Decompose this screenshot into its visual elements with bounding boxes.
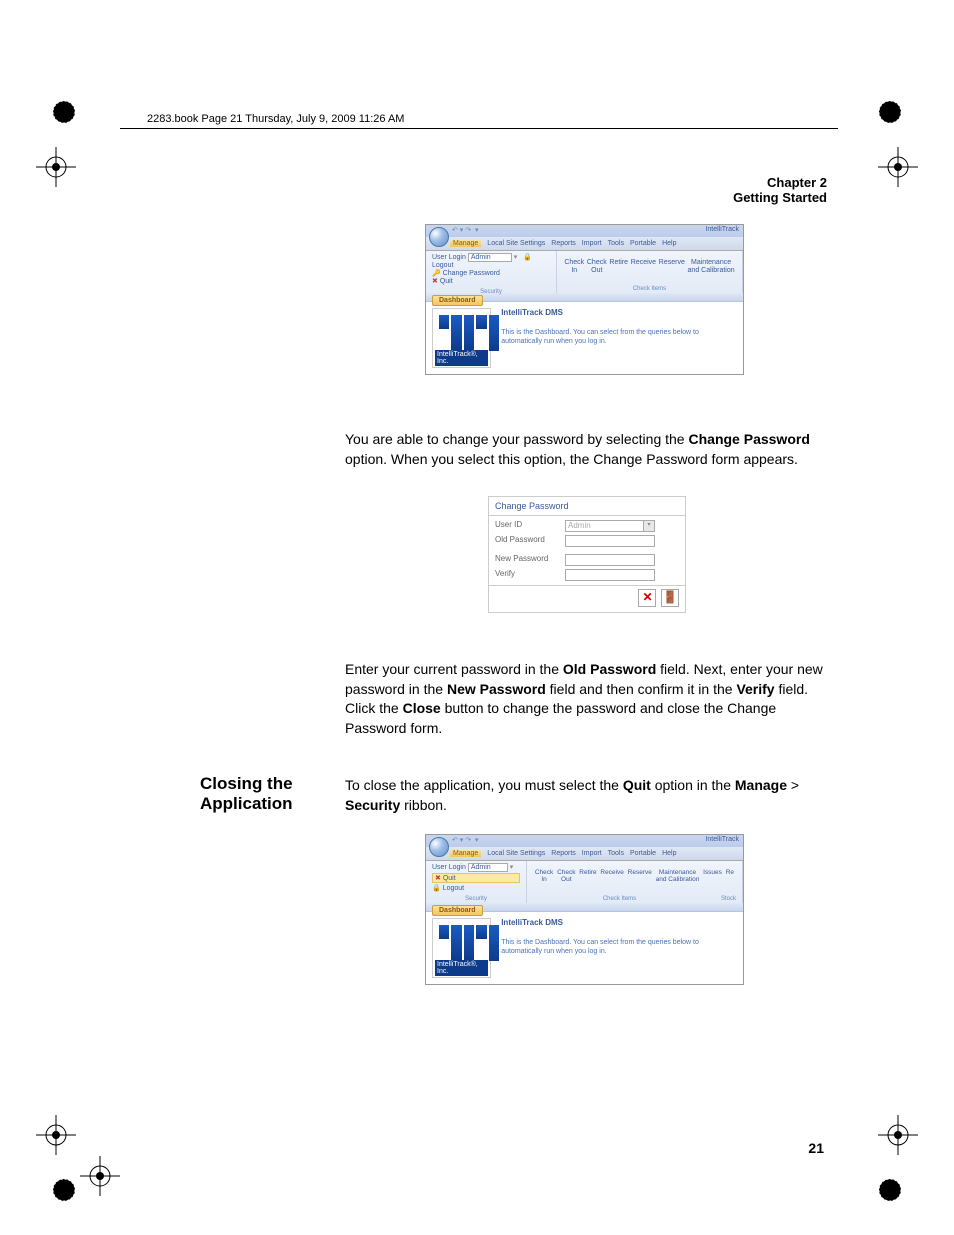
paragraph-password-instructions: Enter your current password in the Old P… [345, 660, 825, 738]
tab-tools[interactable]: Tools [608, 850, 624, 857]
quick-access-toolbar[interactable]: ↶ ▾ ↷ ▾ [452, 836, 479, 844]
crop-mark-reg-tl [36, 147, 76, 187]
group-label-check-items: Check Items [533, 896, 706, 902]
tab-manage[interactable]: Manage [450, 850, 481, 857]
ribbon-tabs: Manage Local Site Settings Reports Impor… [426, 847, 743, 861]
dashboard-tab[interactable]: Dashboard [432, 295, 483, 306]
tab-manage[interactable]: Manage [450, 240, 481, 247]
intellitrack-logo: IntelliTrack®, Inc. [432, 308, 491, 368]
user-login-field[interactable]: Admin [468, 253, 512, 262]
user-login-label: User Login [432, 254, 466, 261]
group-label-stock: Stock [706, 896, 736, 902]
chapter-title: Getting Started [733, 190, 827, 205]
new-password-input[interactable] [565, 554, 655, 566]
check-out-button[interactable]: CheckOut [587, 259, 607, 274]
screenshot-change-password-form: Change Password User ID Admin▾ Old Passw… [488, 496, 686, 613]
tab-portable[interactable]: Portable [630, 240, 656, 247]
office-orb-icon[interactable] [429, 837, 449, 857]
dashboard-description: This is the Dashboard. You can select fr… [501, 328, 737, 346]
logo-label: IntelliTrack®, Inc. [435, 350, 488, 366]
crop-mark-bl [34, 1170, 94, 1230]
crop-mark-reg-tr [878, 147, 918, 187]
screenshot-ribbon-2: ↶ ▾ ↷ ▾ IntelliTrack Manage Local Site S… [425, 834, 744, 985]
crop-mark-reg-bl [36, 1115, 76, 1155]
tab-import[interactable]: Import [582, 240, 602, 247]
user-id-input[interactable]: Admin▾ [565, 520, 655, 532]
logout-button[interactable]: Logout [443, 885, 464, 892]
new-password-label: New Password [495, 554, 565, 566]
change-password-button[interactable]: Change Password [443, 270, 500, 277]
page-number: 21 [808, 1140, 824, 1156]
crop-mark-reg-br [878, 1115, 918, 1155]
check-in-button[interactable]: CheckIn [535, 869, 553, 883]
tab-import[interactable]: Import [582, 850, 602, 857]
retire-button[interactable]: Retire [609, 259, 628, 274]
crop-mark-tl [34, 92, 94, 152]
logo-label: IntelliTrack®, Inc. [435, 960, 488, 976]
app-title: IntelliTrack [705, 226, 739, 233]
ribbon-tabs: Manage Local Site Settings Reports Impor… [426, 237, 743, 251]
old-password-input[interactable] [565, 535, 655, 547]
dashboard-title: IntelliTrack DMS [501, 918, 737, 928]
paragraph-change-password: You are able to change your password by … [345, 430, 825, 469]
retire-button[interactable]: Retire [579, 869, 596, 883]
user-id-label: User ID [495, 520, 565, 532]
tab-portable[interactable]: Portable [630, 850, 656, 857]
group-label-security: Security [432, 896, 520, 902]
reserve-button[interactable]: Reserve [628, 869, 652, 883]
group-label-check-items: Check Items [563, 286, 736, 292]
check-in-button[interactable]: CheckIn [564, 259, 584, 274]
change-password-title: Change Password [489, 497, 685, 515]
screenshot-ribbon-1: ↶ ▾ ↷ ▾ IntelliTrack Manage Local Site S… [425, 224, 744, 375]
maintenance-button[interactable]: Maintenanceand Calibration [688, 259, 735, 274]
book-header: 2283.book Page 21 Thursday, July 9, 2009… [147, 113, 404, 125]
tab-help[interactable]: Help [662, 850, 676, 857]
user-login-field[interactable]: Admin [468, 863, 508, 872]
logout-button[interactable]: Logout [432, 262, 453, 269]
dropdown-icon[interactable]: ▾ [643, 521, 654, 531]
app-title: IntelliTrack [705, 836, 739, 843]
quit-button-highlighted[interactable]: Quit [443, 875, 456, 882]
dashboard-title: IntelliTrack DMS [501, 308, 737, 318]
reserve-button[interactable]: Reserve [659, 259, 685, 274]
check-out-button[interactable]: CheckOut [557, 869, 575, 883]
dashboard-description: This is the Dashboard. You can select fr… [501, 938, 737, 956]
chapter-header: Chapter 2 Getting Started [733, 175, 827, 205]
tab-tools[interactable]: Tools [608, 240, 624, 247]
tab-local-site[interactable]: Local Site Settings [487, 240, 545, 247]
crop-mark-tr [860, 92, 920, 152]
verify-input[interactable] [565, 569, 655, 581]
crop-mark-br [860, 1170, 920, 1230]
section-title-closing: Closing the Application [200, 774, 330, 814]
paragraph-closing-app: To close the application, you must selec… [345, 776, 825, 815]
tab-help[interactable]: Help [662, 240, 676, 247]
intellitrack-logo: IntelliTrack®, Inc. [432, 918, 491, 978]
verify-label: Verify [495, 569, 565, 581]
tab-reports[interactable]: Reports [551, 850, 576, 857]
quick-access-toolbar[interactable]: ↶ ▾ ↷ ▾ [452, 226, 479, 234]
old-password-label: Old Password [495, 535, 565, 547]
user-login-label: User Login [432, 864, 466, 871]
close-exit-button[interactable]: 🚪 [661, 589, 679, 607]
receive-button[interactable]: Receive [631, 259, 656, 274]
tab-local-site[interactable]: Local Site Settings [487, 850, 545, 857]
issues-button[interactable]: Issues [703, 869, 722, 883]
dashboard-tab[interactable]: Dashboard [432, 905, 483, 916]
chapter-number: Chapter 2 [733, 175, 827, 190]
receive-button[interactable]: Receive [600, 869, 623, 883]
re-button[interactable]: Re [726, 869, 734, 883]
maintenance-button[interactable]: Maintenanceand Calibration [656, 869, 700, 883]
office-orb-icon[interactable] [429, 227, 449, 247]
tab-reports[interactable]: Reports [551, 240, 576, 247]
cancel-button[interactable]: ✕ [638, 589, 656, 607]
quit-button[interactable]: Quit [440, 278, 453, 285]
